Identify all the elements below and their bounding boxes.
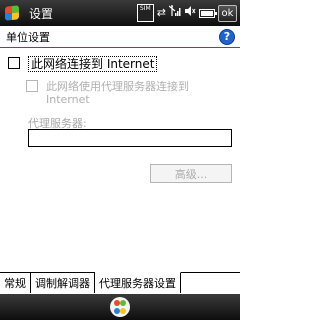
connect-internet-option[interactable]: 此网络连接到 Internet [8, 56, 158, 72]
sync-arrows-icon[interactable]: ⇄ [157, 6, 166, 20]
page-header: 单位设置 ? [0, 26, 240, 48]
connect-internet-checkbox[interactable] [8, 57, 20, 69]
title-bar: 设置 SIM ⇄ ok [0, 0, 240, 26]
use-proxy-label: 此网络使用代理服务器连接到 Internet [46, 80, 189, 106]
use-proxy-option: 此网络使用代理服务器连接到 Internet [26, 80, 236, 106]
battery-icon[interactable] [199, 8, 217, 18]
advanced-button: 高级... [150, 164, 232, 183]
tab-strip: 常规 调制解调器 代理服务器设置 [0, 272, 240, 293]
connect-internet-label[interactable]: 此网络连接到 Internet [28, 56, 158, 72]
status-icons: SIM ⇄ ok [136, 4, 237, 22]
input-panel-icon[interactable] [110, 297, 130, 317]
ok-button[interactable]: ok [218, 4, 237, 22]
app-title: 设置 [29, 6, 54, 21]
tab-general[interactable]: 常规 [0, 273, 31, 293]
proxy-server-input[interactable] [28, 129, 232, 147]
soft-key-bar [0, 294, 240, 320]
tab-modem[interactable]: 调制解调器 [31, 273, 95, 293]
tab-proxy-settings[interactable]: 代理服务器设置 [95, 272, 181, 293]
windows-flag-icon [5, 5, 19, 21]
speaker-muted-icon[interactable] [184, 5, 196, 21]
help-icon[interactable]: ? [219, 28, 235, 45]
page-title: 单位设置 [6, 30, 50, 44]
start-button[interactable] [0, 0, 24, 26]
sim-card-icon[interactable]: SIM [136, 4, 154, 22]
signal-strength-icon[interactable] [168, 5, 181, 21]
use-proxy-checkbox [26, 80, 38, 92]
